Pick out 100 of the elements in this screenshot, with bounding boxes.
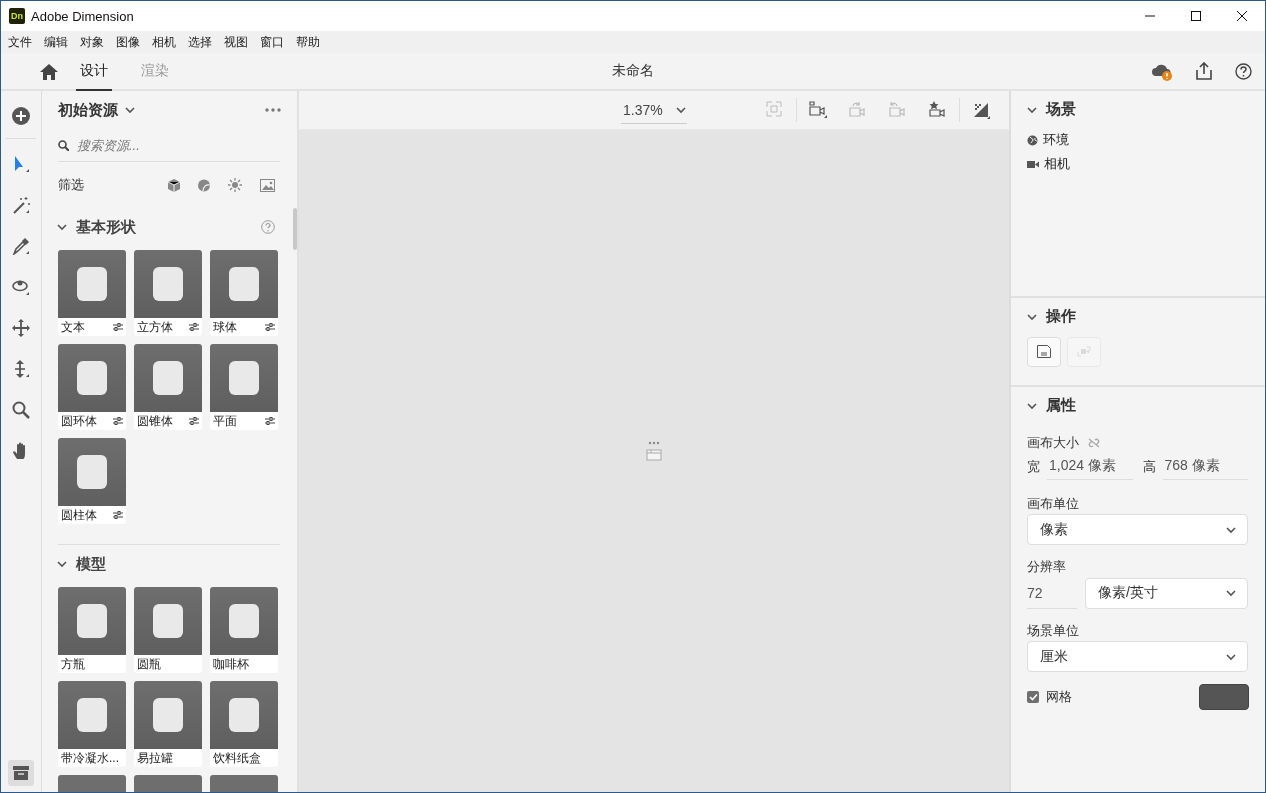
asset-label: 圆环体 <box>61 412 97 430</box>
width-field[interactable]: 1,024 像素 <box>1047 453 1133 480</box>
section-header[interactable]: 基本形状 <box>56 208 280 246</box>
vertical-move-icon <box>12 360 30 378</box>
chevron-down-icon[interactable] <box>124 104 136 116</box>
section-title: 操作 <box>1046 307 1076 326</box>
preview-image <box>134 250 202 318</box>
menu-item[interactable]: 编辑 <box>38 33 74 51</box>
window-title: Adobe Dimension <box>31 8 135 24</box>
search-field[interactable]: 搜索资源... <box>77 137 280 153</box>
frame-icon <box>766 101 784 119</box>
section-header[interactable]: 属性 <box>1026 387 1248 424</box>
cube-icon[interactable] <box>168 178 180 192</box>
asset-tile[interactable]: 平面 <box>210 344 278 430</box>
menu-item[interactable]: 选择 <box>182 33 218 51</box>
preview-image <box>210 250 278 318</box>
field-label: 画布单位 <box>1027 495 1080 513</box>
section-header[interactable]: 操作 <box>1026 298 1248 335</box>
asset-tile[interactable]: 咖啡杯 <box>210 587 278 673</box>
asset-label: 带冷凝水... <box>61 749 119 767</box>
app-logo: Dn <box>9 8 25 24</box>
height-field[interactable]: 768 像素 <box>1162 453 1248 480</box>
resolution-field[interactable]: 72 <box>1027 577 1077 609</box>
material-ball-icon[interactable] <box>198 178 210 192</box>
image-icon[interactable] <box>260 178 275 192</box>
sliders-icon[interactable] <box>189 417 199 425</box>
preview-image <box>58 438 126 506</box>
asset-label: 圆瓶 <box>137 655 161 673</box>
sliders-icon[interactable] <box>189 323 199 331</box>
menu-item[interactable]: 视图 <box>218 33 254 51</box>
library-title[interactable]: 初始资源 <box>58 100 118 120</box>
video-camera-icon <box>1027 159 1039 169</box>
zoom-dropdown[interactable]: 1.37% <box>621 96 687 124</box>
close-icon <box>1237 11 1247 21</box>
scene-item[interactable]: 环境 <box>1043 131 1069 149</box>
home-icon[interactable] <box>40 62 58 80</box>
preview-image <box>58 587 126 655</box>
scene-unit-dropdown[interactable]: 厘米 <box>1027 641 1248 672</box>
sun-icon[interactable] <box>228 178 242 192</box>
asset-tile[interactable]: 易拉罐 <box>134 681 202 767</box>
asset-tile[interactable]: 饮料纸盒 <box>210 681 278 767</box>
menu-item[interactable]: 帮助 <box>290 33 326 51</box>
section-header[interactable]: 场景 <box>1026 91 1248 128</box>
asset-tile[interactable]: 圆锥体 <box>134 344 202 430</box>
render-preview-icon <box>972 101 990 119</box>
preview-image <box>58 775 126 792</box>
sliders-icon[interactable] <box>265 417 275 425</box>
section-header[interactable]: 模型 <box>56 545 280 583</box>
asset-tile[interactable]: 立方体 <box>134 250 202 336</box>
asset-label: 平面 <box>213 412 237 430</box>
panel-toggle-button[interactable] <box>8 760 34 786</box>
resolution-unit-dropdown[interactable]: 像素/英寸 <box>1085 577 1248 609</box>
check-icon <box>1028 693 1038 701</box>
menu-item[interactable]: 窗口 <box>254 33 290 51</box>
asset-label: 咖啡杯 <box>213 655 249 673</box>
sliders-icon[interactable] <box>113 323 123 331</box>
camera-frame-icon <box>809 101 827 119</box>
field-label: 分辨率 <box>1027 558 1067 576</box>
menu-item[interactable]: 图像 <box>110 33 146 51</box>
section-title: 模型 <box>76 554 106 574</box>
scene-item[interactable]: 相机 <box>1044 155 1070 173</box>
asset-tile[interactable]: 圆瓶 <box>134 587 202 673</box>
field-label: 宽 <box>1027 457 1040 476</box>
menu-item[interactable]: 相机 <box>146 33 182 51</box>
preview-image <box>210 775 278 792</box>
grid-color-swatch[interactable] <box>1199 684 1249 710</box>
canvas-unit-dropdown[interactable]: 像素 <box>1027 514 1248 545</box>
asset-tile[interactable]: 文本 <box>58 250 126 336</box>
help-icon[interactable] <box>1235 62 1252 80</box>
menu-item[interactable]: 文件 <box>2 33 38 51</box>
sliders-icon[interactable] <box>265 323 275 331</box>
preview-image <box>134 344 202 412</box>
document-title: 未命名 <box>612 62 654 80</box>
zoom-icon <box>12 401 30 419</box>
field-label: 场景单位 <box>1027 622 1080 640</box>
checkbox-label: 网格 <box>1046 688 1072 706</box>
asset-tile[interactable]: 球体 <box>210 250 278 336</box>
camera-frame-icon <box>1077 345 1091 359</box>
asset-tile[interactable]: 带冷凝水... <box>58 681 126 767</box>
preview-image <box>134 587 202 655</box>
action-button[interactable] <box>1027 337 1061 367</box>
grid-checkbox[interactable] <box>1027 691 1039 703</box>
sliders-icon[interactable] <box>113 511 123 519</box>
more-icon[interactable] <box>265 108 281 112</box>
preview-image <box>58 344 126 412</box>
share-icon[interactable] <box>1195 62 1213 80</box>
menu-item[interactable]: 对象 <box>74 33 110 51</box>
asset-label: 饮料纸盒 <box>213 749 261 767</box>
chevron-down-icon <box>56 221 68 233</box>
asset-tile[interactable]: 圆柱体 <box>58 438 126 524</box>
asset-tile[interactable]: 方瓶 <box>58 587 126 673</box>
orbit-icon <box>12 278 30 296</box>
preview-image <box>58 681 126 749</box>
preview-image <box>210 344 278 412</box>
section-title: 场景 <box>1046 100 1076 119</box>
move-icon <box>12 319 30 337</box>
sliders-icon[interactable] <box>113 417 123 425</box>
field-label: 画布大小 <box>1027 434 1079 452</box>
section-title: 属性 <box>1046 396 1076 415</box>
asset-tile[interactable]: 圆环体 <box>58 344 126 430</box>
